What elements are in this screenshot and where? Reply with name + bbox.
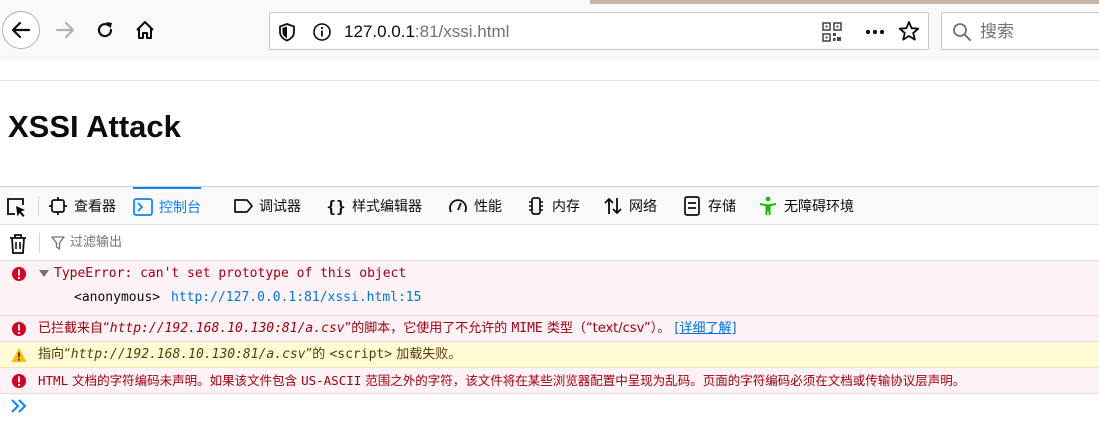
- url-path: :81/xssi.html: [414, 22, 510, 41]
- divider: [39, 233, 40, 253]
- console-icon: [133, 197, 153, 217]
- expand-triangle-icon[interactable]: [39, 270, 49, 278]
- divider: [38, 196, 39, 216]
- back-arrow-icon: [11, 21, 31, 39]
- warning-icon: [11, 348, 27, 362]
- back-button[interactable]: [2, 11, 40, 49]
- message-part: US-ASCII: [301, 373, 362, 388]
- tab-inspector[interactable]: 查看器: [48, 187, 116, 225]
- message-text: 指向“http://192.168.10.130:81/a.csv”的 <scr…: [38, 346, 461, 364]
- stack-frame-function: <anonymous>: [74, 290, 161, 305]
- console-warning-message[interactable]: 指向“http://192.168.10.130:81/a.csv”的 <scr…: [0, 342, 1099, 368]
- tab-debugger[interactable]: 调试器: [233, 187, 301, 225]
- forward-button[interactable]: [46, 11, 84, 49]
- browser-toolbar: 127.0.0.1:81/xssi.html 搜索: [0, 0, 1099, 60]
- console-error-message[interactable]: 已拦截来自“http://192.168.10.130:81/a.csv”的脚本…: [0, 316, 1099, 342]
- page-content: XSSI Attack: [0, 80, 1099, 186]
- search-icon: [953, 23, 971, 41]
- message-text: 已拦截来自“http://192.168.10.130:81/a.csv”的脚本…: [38, 320, 737, 338]
- message-part: 类型（“text/csv”）。: [542, 321, 671, 336]
- tab-label: 调试器: [259, 199, 301, 215]
- tab-label: 存储: [708, 199, 736, 215]
- tab-label: 查看器: [74, 199, 116, 215]
- accessibility-icon: [758, 196, 778, 216]
- url-text[interactable]: 127.0.0.1:81/xssi.html: [344, 21, 509, 43]
- console-input-prompt-icon[interactable]: [10, 398, 28, 414]
- tab-performance[interactable]: 性能: [448, 187, 502, 225]
- tab-console[interactable]: 控制台: [133, 187, 201, 225]
- tab-label: 无障碍环境: [784, 199, 854, 215]
- filter-icon: [51, 236, 65, 250]
- console-error-message[interactable]: TypeError: can't set prototype of this o…: [0, 261, 1099, 316]
- message-part: 加载失败。: [392, 347, 462, 362]
- tab-network[interactable]: 网络: [603, 187, 657, 225]
- element-picker-icon[interactable]: [5, 196, 27, 218]
- url-bar[interactable]: 127.0.0.1:81/xssi.html: [269, 12, 929, 50]
- debugger-icon: [233, 196, 253, 216]
- stack-frame-link[interactable]: http://127.0.0.1:81/xssi.html:15: [171, 289, 421, 307]
- message-text: HTML 文档的字符编码未声明。如果该文件包含 US-ASCII 范围之外的字符…: [38, 372, 965, 390]
- bookmark-star-icon[interactable]: [898, 20, 920, 42]
- message-part: HTML: [38, 373, 69, 388]
- search-input[interactable]: 搜索: [941, 12, 1099, 50]
- tab-label: 内存: [552, 199, 580, 215]
- tab-storage[interactable]: 存储: [682, 187, 736, 225]
- error-icon: [12, 374, 26, 388]
- performance-icon: [448, 196, 468, 216]
- trash-icon[interactable]: [8, 233, 28, 255]
- learn-more-link[interactable]: [详细了解]: [674, 321, 736, 336]
- shield-icon[interactable]: [278, 22, 296, 42]
- home-button[interactable]: [126, 11, 164, 49]
- filter-input[interactable]: 过滤输出: [70, 234, 122, 252]
- home-icon: [136, 21, 154, 39]
- tab-label: 性能: [474, 199, 502, 215]
- more-dots-icon[interactable]: [864, 21, 886, 43]
- storage-icon: [682, 196, 702, 216]
- devtools-panel: 查看器 控制台 调试器 {} 样式编辑器 性能 内存 网络 存储 无障碍环境 过…: [0, 186, 1099, 431]
- message-part: ”的脚本，它使用了不允许的: [344, 321, 512, 336]
- message-part: <script>: [329, 347, 393, 362]
- message-url: http://192.168.10.130:81/a.csv: [70, 347, 306, 362]
- message-part: 文档的字符编码未声明。如果该文件包含: [68, 373, 302, 388]
- message-url: http://192.168.10.130:81/a.csv: [109, 321, 345, 336]
- tab-memory[interactable]: 内存: [526, 187, 580, 225]
- tab-label: 样式编辑器: [352, 199, 422, 215]
- qr-code-icon[interactable]: [822, 22, 842, 42]
- console-error-message[interactable]: HTML 文档的字符编码未声明。如果该文件包含 US-ASCII 范围之外的字符…: [0, 368, 1099, 394]
- reload-icon: [97, 22, 113, 38]
- tab-strip-edge: [590, 0, 1099, 4]
- tab-label: 控制台: [159, 200, 201, 216]
- message-part: ”的: [305, 347, 330, 362]
- reload-button[interactable]: [86, 11, 124, 49]
- info-icon[interactable]: [312, 22, 332, 42]
- url-host: 127.0.0.1: [344, 22, 415, 41]
- devtools-tab-bar: 查看器 控制台 调试器 {} 样式编辑器 性能 内存 网络 存储 无障碍环境: [0, 187, 1099, 225]
- memory-icon: [526, 196, 546, 216]
- braces-icon: {}: [326, 196, 346, 216]
- console-filter-bar: 过滤输出: [0, 225, 1099, 261]
- page-heading: XSSI Attack: [8, 109, 181, 144]
- tab-accessibility[interactable]: 无障碍环境: [758, 187, 854, 225]
- error-icon: [12, 322, 26, 336]
- tab-label: 网络: [629, 199, 657, 215]
- error-icon: [12, 267, 26, 281]
- message-part: 范围之外的字符，该文件将在某些浏览器配置中呈现为乱码。页面的字符编码必须在文档或…: [361, 373, 966, 388]
- inspector-icon: [48, 196, 68, 216]
- message-part: MIME: [511, 321, 543, 336]
- network-arrows-icon: [603, 196, 623, 216]
- message-part: 已拦截来自“: [38, 321, 110, 336]
- message-part: 指向“: [38, 347, 71, 362]
- forward-arrow-icon: [55, 21, 75, 39]
- tab-style-editor[interactable]: {} 样式编辑器: [326, 187, 422, 225]
- search-placeholder: 搜索: [980, 22, 1014, 42]
- error-text: TypeError: can't set prototype of this o…: [54, 266, 407, 281]
